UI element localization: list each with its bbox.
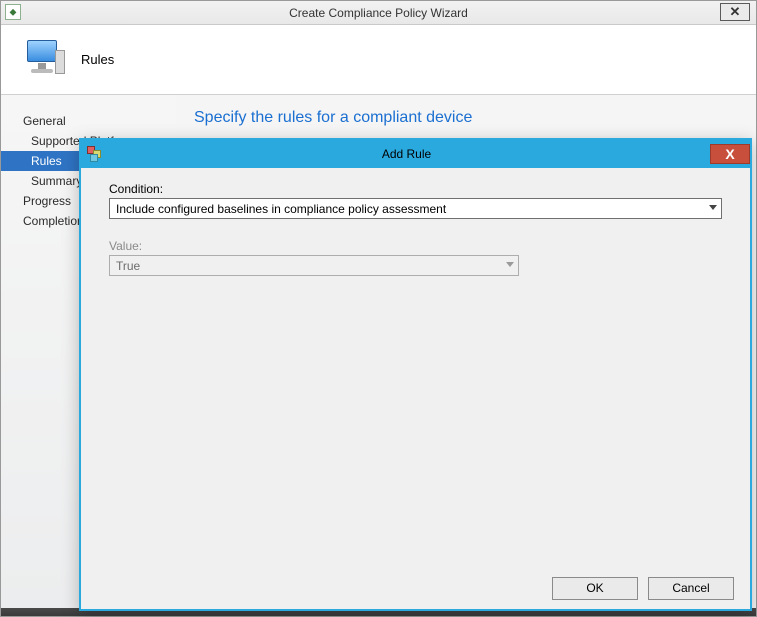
computer-icon (23, 40, 63, 80)
dialog-title: Add Rule (103, 147, 710, 161)
condition-value: Include configured baselines in complian… (116, 202, 446, 216)
dialog-app-icon (87, 146, 103, 162)
dialog-footer: OK Cancel (81, 567, 750, 609)
close-icon: ✕ (730, 4, 741, 20)
banner-title: Rules (81, 52, 114, 67)
wizard-icon: ⬥ (5, 4, 21, 20)
value-value: True (116, 259, 140, 273)
wizard-title: Create Compliance Policy Wizard (289, 6, 468, 20)
value-label: Value: (109, 239, 519, 253)
banner: Rules (1, 25, 756, 95)
add-rule-dialog: Add Rule X Condition: Include configured… (79, 138, 752, 611)
dialog-close-button[interactable]: X (710, 144, 750, 164)
wizard-close-button[interactable]: ✕ (720, 3, 750, 21)
ok-button[interactable]: OK (552, 577, 638, 600)
condition-dropdown[interactable]: Include configured baselines in complian… (109, 198, 722, 219)
close-icon: X (725, 146, 734, 162)
main-heading: Specify the rules for a compliant device (194, 109, 738, 127)
dialog-titlebar[interactable]: Add Rule X (81, 140, 750, 168)
sidebar-item-general[interactable]: General (1, 111, 176, 131)
chevron-down-icon (709, 205, 717, 210)
dialog-body: Condition: Include configured baselines … (81, 168, 750, 567)
wizard-window: ⬥ Create Compliance Policy Wizard ✕ Rule… (0, 0, 757, 617)
wizard-titlebar: ⬥ Create Compliance Policy Wizard ✕ (1, 1, 756, 25)
value-dropdown: True (109, 255, 519, 276)
cancel-button[interactable]: Cancel (648, 577, 734, 600)
chevron-down-icon (506, 262, 514, 267)
condition-label: Condition: (109, 182, 722, 196)
